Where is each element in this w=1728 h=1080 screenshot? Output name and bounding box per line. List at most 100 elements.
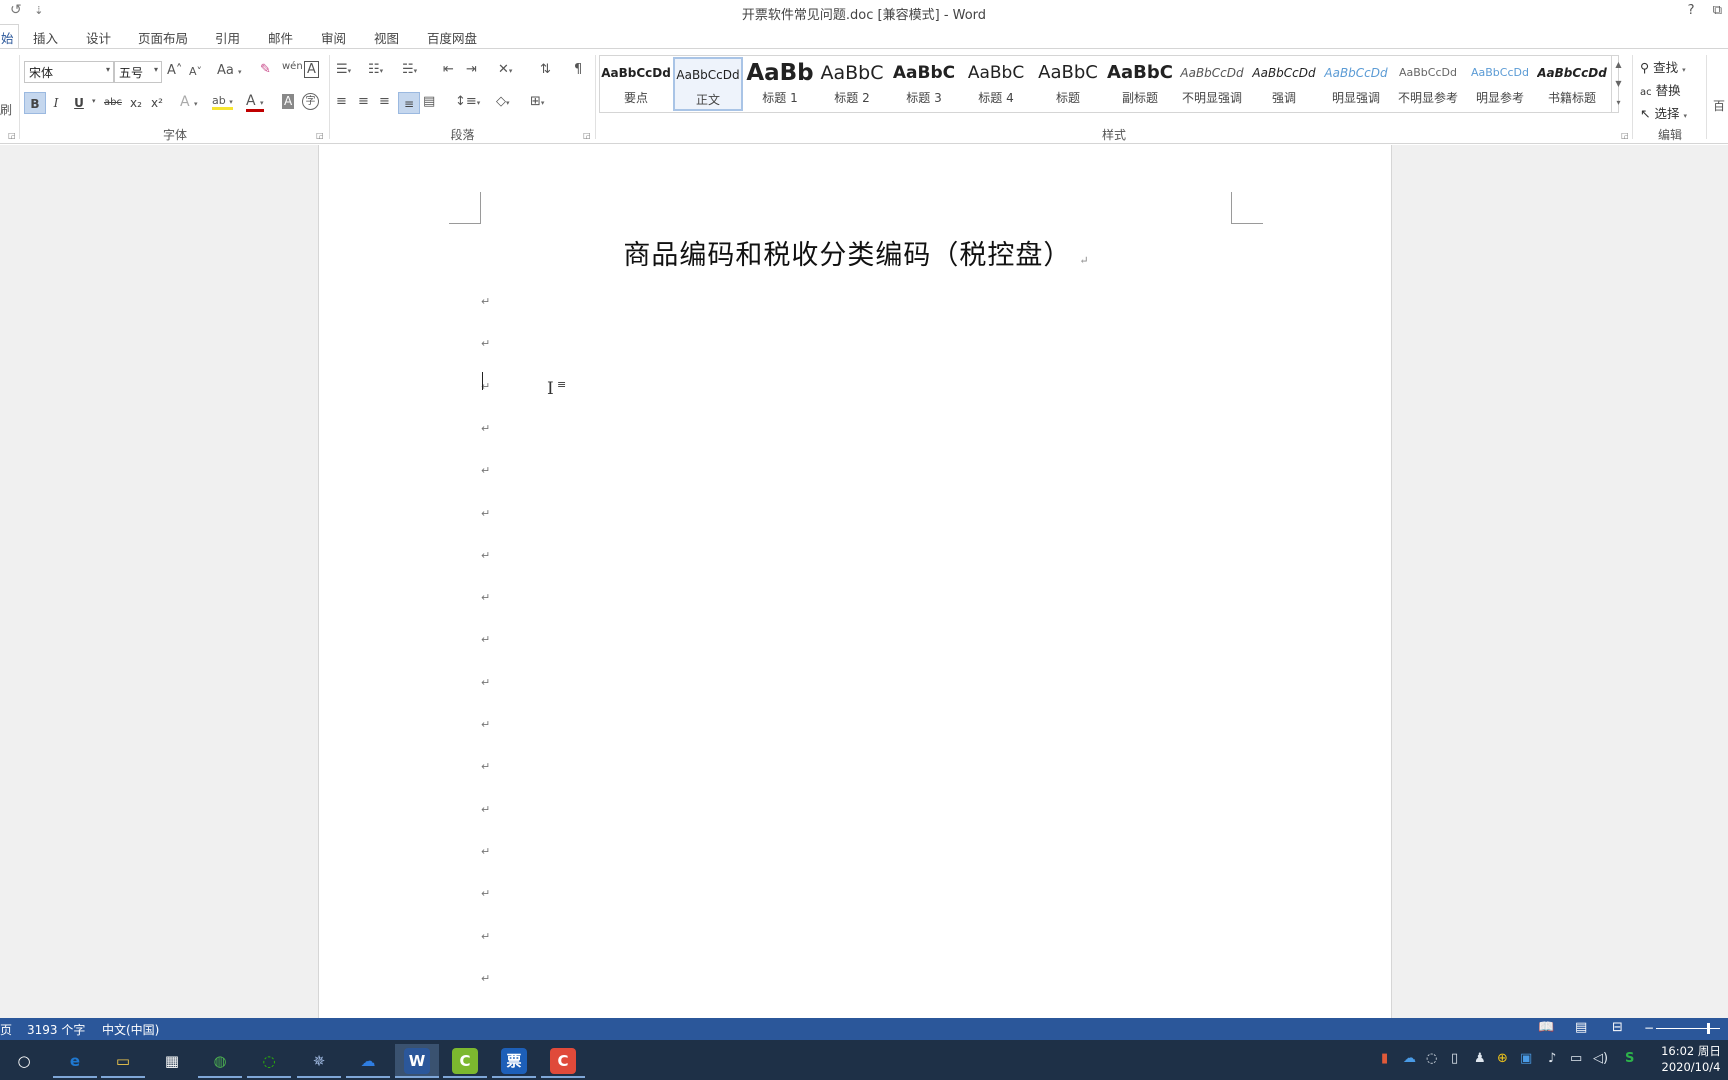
tab-view[interactable]: 视图 (374, 28, 399, 47)
zoom-slider[interactable] (1656, 1028, 1720, 1029)
align-right-icon[interactable]: ≡ (379, 94, 390, 109)
taskbar-store-button[interactable]: ▦ (150, 1044, 194, 1078)
style-title[interactable]: AaBbC 标题 (1033, 57, 1103, 111)
character-border-button[interactable]: A (304, 61, 319, 78)
taskbar-cortana-button[interactable]: ○ (2, 1044, 46, 1078)
style-book-title[interactable]: AaBbCcDd 书籍标题 (1537, 57, 1607, 111)
style-emphasis[interactable]: AaBbCcDd 强调 (1249, 57, 1319, 111)
style-subtitle[interactable]: AaBbC 副标题 (1105, 57, 1175, 111)
superscript-button[interactable]: x² (147, 92, 167, 114)
tray-baidu-netdisk-icon[interactable]: ☁ (1403, 1051, 1416, 1066)
language-indicator[interactable]: 中文(中国) (102, 1021, 159, 1038)
document-page[interactable]: 商品编码和税收分类编码（税控盘） ↵ ↵ ↵ ↵ ↵ ↵ ↵ ↵ ↵ ↵ ↵ ↵ ↵ ↵ ↵ ↵ ↵ ↵ I ≡ (318, 145, 1392, 1018)
paragraph-dialog-launcher-icon[interactable]: ◲ (583, 131, 591, 140)
baidu-save-button[interactable]: 百 (1713, 97, 1725, 114)
tab-home[interactable]: 始 (0, 24, 19, 49)
gallery-down-icon[interactable]: ▼ (1612, 74, 1625, 93)
borders-icon[interactable]: ⊞▾ (530, 94, 544, 109)
change-case-button[interactable]: Aa ▾ (217, 63, 242, 78)
tray-network-icon[interactable]: ▭ (1570, 1051, 1582, 1066)
tray-app-blue-icon[interactable]: ▣ (1520, 1051, 1532, 1066)
style-subtle-reference[interactable]: AaBbCcDd 不明显参考 (1393, 57, 1463, 111)
sort-icon[interactable]: ⇅ (540, 62, 551, 77)
tray-qq-icon[interactable]: ♟ (1474, 1051, 1486, 1066)
ribbon-display-options-button[interactable]: ⧉ (1713, 3, 1722, 18)
font-dialog-launcher-icon[interactable]: ◲ (316, 131, 324, 140)
show-formatting-marks-icon[interactable]: ¶ (574, 62, 582, 77)
format-painter-button[interactable]: 刷 (0, 101, 12, 118)
taskbar-snowflake-app-button[interactable]: ✵ (297, 1044, 341, 1078)
taskbar-tax-invoice-button[interactable]: 票 (492, 1044, 536, 1078)
align-left-icon[interactable]: ≡ (336, 94, 347, 109)
justify-icon[interactable]: ≡ (398, 92, 420, 114)
phonetic-guide-button[interactable]: wén (282, 61, 303, 72)
find-button[interactable]: ⚲ 查找 ▾ (1640, 57, 1686, 76)
underline-button[interactable]: U (68, 92, 90, 114)
multilevel-list-icon[interactable]: ☵▾ (402, 62, 417, 77)
word-count[interactable]: 3193 个字 (27, 1021, 85, 1038)
zoom-slider-thumb[interactable] (1707, 1023, 1710, 1034)
web-layout-icon[interactable]: ⊟ (1612, 1020, 1623, 1035)
style-normal[interactable]: AaBbCcDd 正文 (673, 57, 743, 111)
gallery-more-icon[interactable]: ▾ (1612, 93, 1625, 112)
read-mode-icon[interactable]: 📖 (1538, 1020, 1554, 1035)
tray-usb-icon[interactable]: ▯ (1451, 1051, 1458, 1066)
style-emphasis-point[interactable]: AaBbCcDd 要点 (601, 57, 671, 111)
tab-design[interactable]: 设计 (86, 28, 111, 47)
font-color-button[interactable]: A ▾ (246, 93, 264, 112)
line-spacing-icon[interactable]: ↕≡▾ (455, 94, 480, 109)
chinese-layout-icon[interactable]: ✕▾ (498, 62, 512, 77)
increase-indent-icon[interactable]: ⇥ (466, 62, 477, 77)
grow-font-button[interactable]: A˄ (167, 63, 182, 78)
enclose-characters-button[interactable]: 字 (302, 93, 319, 110)
bullets-icon[interactable]: ☰▾ (336, 62, 351, 77)
distributed-icon[interactable]: ▤ (423, 94, 435, 109)
taskbar-clock[interactable]: 16:02 周日 2020/10/4 (1655, 1043, 1727, 1075)
italic-button[interactable]: I (46, 92, 66, 114)
clear-formatting-button[interactable]: ✎ (260, 62, 271, 77)
tab-baidu-netdisk[interactable]: 百度网盘 (427, 28, 477, 47)
print-layout-icon[interactable]: ▤ (1575, 1020, 1587, 1035)
style-heading-4[interactable]: AaBbC 标题 4 (961, 57, 1031, 111)
clipboard-launcher-icon[interactable]: ◲ (8, 131, 16, 140)
taskbar-wechat-button[interactable]: ◌ (247, 1044, 291, 1078)
font-size-combo[interactable]: 五号 ▾ (114, 61, 162, 83)
numbering-icon[interactable]: ☷▾ (368, 62, 383, 77)
replace-button[interactable]: ac 替换 (1640, 80, 1681, 99)
style-heading-2[interactable]: AaBbC 标题 2 (817, 57, 887, 111)
help-button[interactable]: ? (1688, 3, 1695, 18)
style-intense-reference[interactable]: AaBbCcDd 明显参考 (1465, 57, 1535, 111)
tab-references[interactable]: 引用 (215, 28, 240, 47)
character-shading-button[interactable]: A (282, 94, 295, 109)
shading-icon[interactable]: ◇▾ (496, 94, 510, 109)
tab-review[interactable]: 审阅 (321, 28, 346, 47)
highlight-button[interactable]: ab ▾ (212, 94, 233, 110)
styles-dialog-launcher-icon[interactable]: ◲ (1621, 131, 1629, 140)
tray-sogou-ime-icon[interactable]: S (1625, 1051, 1634, 1066)
bold-button[interactable]: B (24, 92, 46, 114)
tray-wechat-icon[interactable]: ◌ (1426, 1051, 1437, 1066)
font-name-combo[interactable]: 宋体 ▾ (24, 61, 114, 83)
align-center-icon[interactable]: ≡ (358, 94, 369, 109)
tray-app-icon[interactable]: ▮ (1381, 1051, 1388, 1066)
tray-microphone-icon[interactable]: ♪ (1548, 1051, 1556, 1066)
strikethrough-button[interactable]: abc (101, 92, 125, 114)
tray-volume-icon[interactable]: ◁) (1593, 1051, 1608, 1066)
shrink-font-button[interactable]: A˅ (189, 65, 202, 78)
taskbar-browser-green-button[interactable]: ◍ (198, 1044, 242, 1078)
document-heading[interactable]: 商品编码和税收分类编码（税控盘） ↵ (319, 233, 1393, 272)
zoom-out-button[interactable]: − (1644, 1021, 1654, 1035)
page-indicator[interactable]: 页 (0, 1021, 12, 1038)
tab-page-layout[interactable]: 页面布局 (138, 28, 188, 47)
tab-insert[interactable]: 插入 (33, 28, 58, 47)
taskbar-camtasia-button[interactable]: C (443, 1044, 487, 1078)
style-intense-emphasis[interactable]: AaBbCcDd 明显强调 (1321, 57, 1391, 111)
gallery-up-icon[interactable]: ▲ (1612, 55, 1625, 74)
taskbar-edge-button[interactable]: e (53, 1044, 97, 1078)
subscript-button[interactable]: x₂ (126, 92, 146, 114)
style-subtle-emphasis[interactable]: AaBbCcDd 不明显强调 (1177, 57, 1247, 111)
decrease-indent-icon[interactable]: ⇤ (443, 62, 454, 77)
tray-plus-icon[interactable]: ⊕ (1497, 1051, 1508, 1066)
taskbar-baidu-netdisk-button[interactable]: ☁ (346, 1044, 390, 1078)
underline-dropdown-icon[interactable]: ▾ (92, 97, 96, 105)
